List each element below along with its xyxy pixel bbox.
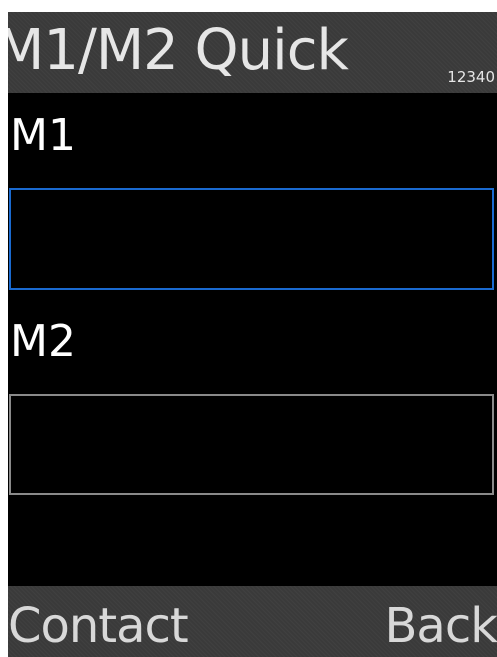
m1-input[interactable] [9, 188, 494, 290]
page-title: M1/M2 Quick [8, 18, 349, 83]
m1-label: M1 [10, 110, 76, 161]
phone-screen: M1/M2 Quick 12340 M1 M2 Contact Back [8, 12, 497, 657]
m2-label: M2 [10, 316, 76, 367]
softkey-bar: Contact Back [8, 586, 497, 657]
title-bar: M1/M2 Quick 12340 [8, 12, 497, 93]
m2-input[interactable] [9, 394, 494, 495]
input-mode-indicator: 12340 [447, 68, 495, 86]
back-softkey[interactable]: Back [384, 596, 497, 656]
contact-softkey[interactable]: Contact [8, 596, 189, 656]
